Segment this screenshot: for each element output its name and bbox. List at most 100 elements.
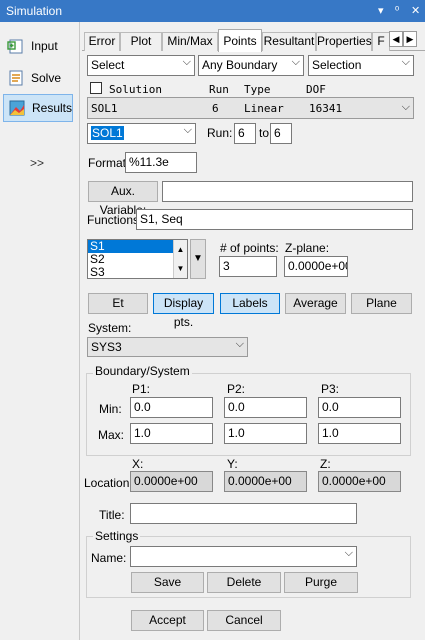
format-label: Format: [88,156,130,170]
format-field[interactable]: %11.3e [125,152,197,173]
boundary-dropdown[interactable]: Any Boundary ⌵ [198,55,304,76]
tab-plot[interactable]: Plot [120,32,162,51]
chevron-down-icon: ⌵ [182,56,191,68]
functions-field[interactable]: S1, Seq [136,209,413,230]
p3-label: P3: [321,382,340,396]
p3-max-field[interactable]: 1.0 [318,423,401,444]
title-field[interactable] [130,503,357,524]
window-title: Simulation [6,4,63,18]
x-label: X: [132,457,144,471]
max-label: Max: [98,428,125,442]
chevron-down-icon: ⌵ [183,124,192,136]
left-navigation: Input Solve Results >> [0,22,80,640]
settings-name-dropdown[interactable]: ⌵ [130,546,357,567]
num-points-label: # of points: [220,241,279,255]
solution-dropdown[interactable]: SOL1 ⌵ [87,123,196,144]
et-button[interactable]: Et [88,293,148,314]
functions-label: Functions: [87,213,143,227]
chevron-down-icon: ⌵ [401,56,410,68]
p1-max-field[interactable]: 1.0 [130,423,213,444]
window-titlebar: Simulation ▾ ᵒ ✕ [0,0,425,22]
solution-name-cell: SOL1 [91,102,118,115]
labels-button[interactable]: Labels [220,293,280,314]
points-panel: Select ⌵ Any Boundary ⌵ Selection ⌵ Solutio… [82,51,425,640]
solution-header: Solution [109,83,162,96]
location-z-field: 0.0000e+00 [318,471,401,492]
cancel-button[interactable]: Cancel [207,610,281,631]
selection-dropdown[interactable]: Selection ⌵ [308,55,414,76]
chevron-down-icon: ⌵ [344,547,353,559]
type-header: Type [244,83,271,96]
aux-variable-button[interactable]: Aux. Variable: [88,181,158,217]
nav-input-label: Input [31,39,58,53]
close-icon[interactable]: ✕ [411,4,420,17]
p2-min-field[interactable]: 0.0 [224,397,307,418]
nav-solve-button[interactable]: Solve [3,64,73,92]
expand-nav-icon[interactable]: >> [30,156,44,170]
run-to-label: to [259,126,270,140]
y-label: Y: [227,457,238,471]
average-button[interactable]: Average [285,293,346,314]
nav-solve-label: Solve [31,71,62,85]
settings-name-label: Name: [91,551,127,565]
pin-icon[interactable]: ᵒ [395,4,399,16]
input-icon [7,39,23,54]
location-y-field: 0.0000e+00 [224,471,307,492]
tab-error[interactable]: Error [84,32,120,51]
solution-dof-cell: 16341 [309,102,343,115]
p1-min-field[interactable]: 0.0 [130,397,213,418]
solution-type-cell: Linear [244,102,284,115]
tab-points[interactable]: Points [218,29,262,52]
location-x-field: 0.0000e+00 [130,471,213,492]
p2-max-field[interactable]: 1.0 [224,423,307,444]
dropdown-icon[interactable]: ▾ [378,4,384,17]
nav-results-button[interactable]: Results [3,94,73,122]
run-to-field[interactable]: 6 [270,123,292,144]
system-dropdown-value: SYS3 [91,340,122,354]
purge-button[interactable]: Purge [284,572,358,593]
dof-header: DOF [306,83,326,96]
tab-resultant[interactable]: Resultant [262,32,316,51]
location-label: Location: [84,476,133,490]
select-dropdown[interactable]: Select ⌵ [87,55,195,76]
chevron-down-icon: ⌵ [291,56,300,68]
display-points-button[interactable]: Display pts. [153,293,214,329]
zplane-field[interactable]: 0.0000e+00 [284,256,348,277]
tab-f[interactable]: F [372,32,390,51]
nav-input-button[interactable]: Input [3,32,73,60]
tab-min-max[interactable]: Min/Max [162,32,218,51]
tab-scroll-left-icon[interactable]: ◀ [389,31,403,47]
list-scrollbar[interactable]: ▲ ▼ [173,240,187,278]
zplane-label: Z-plane: [285,241,330,255]
chevron-down-icon: ⌵ [401,101,410,113]
tab-strip: Error Plot Min/Max Points Resultant Prop… [82,29,425,52]
solution-checkbox[interactable] [90,82,102,94]
boundary-dropdown-value: Any Boundary [202,58,278,72]
selection-dropdown-value: Selection [312,58,362,72]
p3-min-field[interactable]: 0.0 [318,397,401,418]
tab-scroll-right-icon[interactable]: ▶ [403,31,417,47]
save-button[interactable]: Save [131,572,204,593]
p2-label: P2: [227,382,246,396]
aux-variable-field[interactable] [162,181,413,202]
solve-icon [9,70,23,86]
function-listbox[interactable]: S1 S2 S3 ▲ ▼ [87,239,188,279]
num-points-field[interactable]: 3 [219,256,277,277]
z-label: Z: [320,457,331,471]
solution-run-cell: 6 [212,102,219,115]
plane-button[interactable]: Plane [351,293,412,314]
function-list-dropdown-button[interactable]: ▼ [190,239,206,279]
run-label: Run: [207,126,233,140]
run-from-field[interactable]: 6 [234,123,256,144]
tab-properties[interactable]: Properties [316,32,372,51]
system-dropdown[interactable]: SYS3 ⌵ [87,337,248,357]
chevron-down-icon: ⌵ [235,338,244,350]
solution-row-combo[interactable]: SOL1 6 Linear 16341 ⌵ [87,97,414,119]
accept-button[interactable]: Accept [131,610,204,631]
system-label: System: [88,321,132,335]
run-header: Run [209,83,229,96]
p1-label: P1: [132,382,151,396]
settings-title: Settings [93,529,141,543]
min-label: Min: [99,402,122,416]
delete-button[interactable]: Delete [207,572,281,593]
